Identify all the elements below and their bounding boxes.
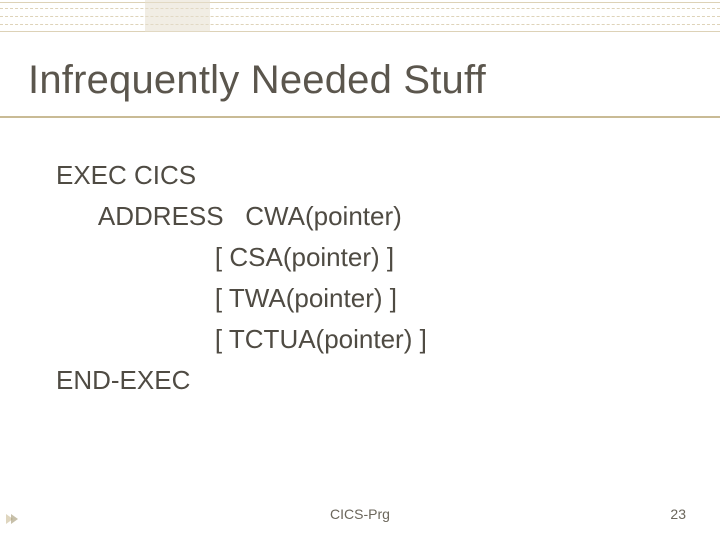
decorative-line <box>0 31 720 32</box>
title-underline <box>0 116 720 118</box>
slide-title: Infrequently Needed Stuff <box>28 58 486 103</box>
code-line: [ CSA(pointer) ] <box>56 242 394 272</box>
page-number: 23 <box>670 506 686 522</box>
decorative-line <box>0 2 720 3</box>
code-line: END-EXEC <box>56 365 190 395</box>
decorative-shadow <box>145 0 210 32</box>
code-block: EXEC CICS ADDRESS CWA(pointer) [ CSA(poi… <box>56 155 427 401</box>
decorative-line <box>0 24 720 25</box>
code-line: [ TCTUA(pointer) ] <box>56 324 427 354</box>
decorative-line <box>0 16 720 17</box>
footer-center-label: CICS-Prg <box>0 506 720 522</box>
decorative-line <box>0 8 720 9</box>
code-line: EXEC CICS <box>56 160 196 190</box>
code-line: [ TWA(pointer) ] <box>56 283 397 313</box>
code-line: ADDRESS CWA(pointer) <box>56 201 402 231</box>
